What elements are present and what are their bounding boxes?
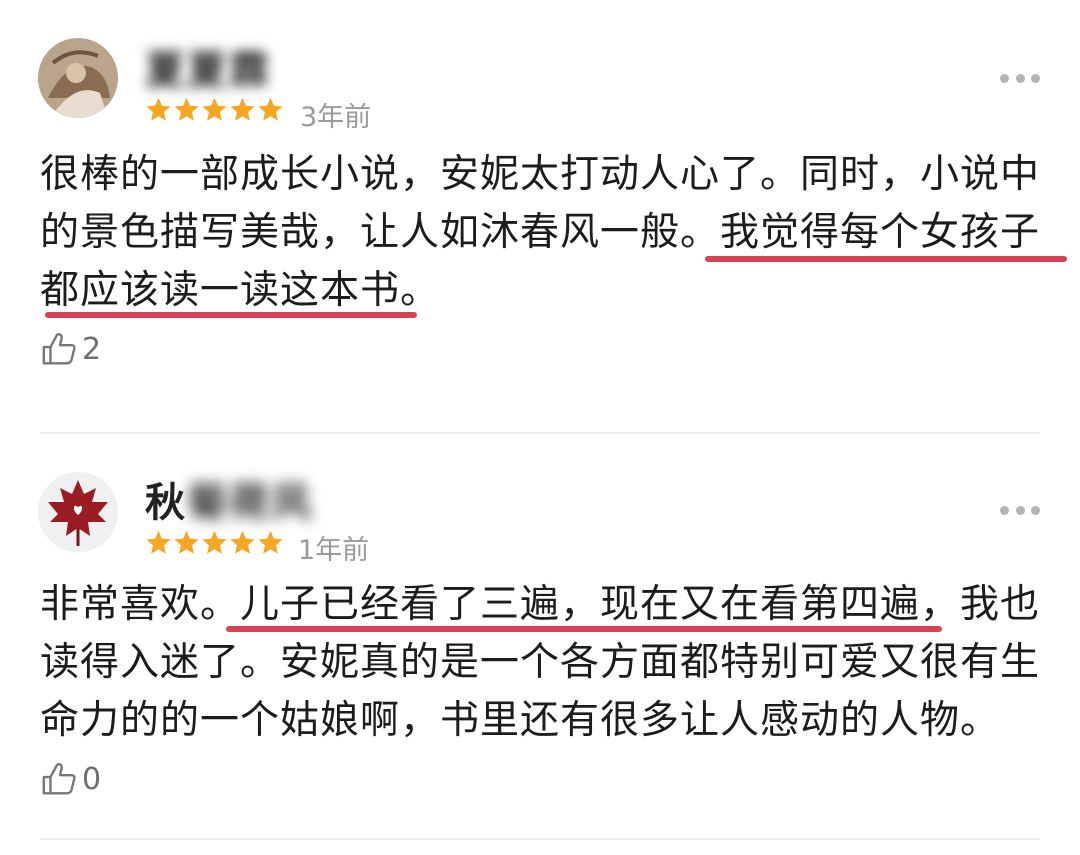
more-dots-icon[interactable] bbox=[1000, 504, 1040, 516]
star-icon bbox=[146, 530, 171, 554]
star-icon bbox=[258, 97, 283, 121]
star-icon bbox=[202, 530, 227, 554]
star-icon bbox=[174, 97, 199, 121]
star-icon bbox=[146, 97, 171, 121]
review-text-line: 的景色描写美哉，让人如沐春风一般。我觉得每个女孩子 bbox=[40, 210, 1041, 255]
review-text-line: 很棒的一部成长小说，安妮太打动人心了。同时，小说中 bbox=[40, 152, 1041, 197]
review-text-line: 命力的的一个姑娘啊，书里还有很多让人感动的人物。 bbox=[40, 698, 1001, 743]
highlight-underline bbox=[705, 256, 1067, 262]
avatar[interactable] bbox=[38, 38, 118, 118]
review-time: 1年前 bbox=[298, 535, 370, 566]
star-icon bbox=[174, 530, 199, 554]
divider bbox=[40, 432, 1040, 434]
like-count: 0 bbox=[82, 761, 102, 797]
divider bbox=[40, 838, 1040, 840]
like-button[interactable]: 0 bbox=[40, 760, 101, 798]
avatar-image bbox=[38, 472, 118, 552]
rating-stars bbox=[145, 529, 284, 556]
review-text: 非常喜欢。儿子已经看了三遍，现在又在看第四遍，我也 读得入迷了。安妮真的是一个各… bbox=[40, 576, 1050, 750]
thumbs-up-icon bbox=[42, 333, 76, 365]
rating-stars bbox=[145, 96, 284, 123]
star-icon bbox=[230, 97, 255, 121]
star-icon bbox=[202, 97, 227, 121]
thumbs-up-icon bbox=[42, 763, 76, 795]
avatar-image bbox=[38, 38, 118, 118]
star-icon bbox=[230, 530, 255, 554]
review-text-line: 读得入迷了。安妮真的是一个各方面都特别可爱又很有生 bbox=[40, 640, 1041, 685]
username-visible-char: 秋 bbox=[145, 480, 187, 526]
star-icon bbox=[258, 530, 283, 554]
like-button[interactable]: 2 bbox=[40, 330, 101, 368]
like-count: 2 bbox=[82, 331, 102, 367]
username[interactable]: 夏夏霖 bbox=[145, 38, 271, 96]
more-dots-icon[interactable] bbox=[1000, 72, 1040, 84]
highlight-underline bbox=[45, 312, 417, 318]
username[interactable]: 秋菊荷风 bbox=[145, 470, 313, 528]
username-blurred: 菊荷风 bbox=[187, 480, 313, 526]
review-time: 3年前 bbox=[300, 102, 372, 133]
review-text: 很棒的一部成长小说，安妮太打动人心了。同时，小说中 的景色描写美哉，让人如沐春风… bbox=[40, 146, 1050, 320]
highlight-underline bbox=[226, 626, 942, 632]
avatar[interactable] bbox=[38, 472, 118, 552]
